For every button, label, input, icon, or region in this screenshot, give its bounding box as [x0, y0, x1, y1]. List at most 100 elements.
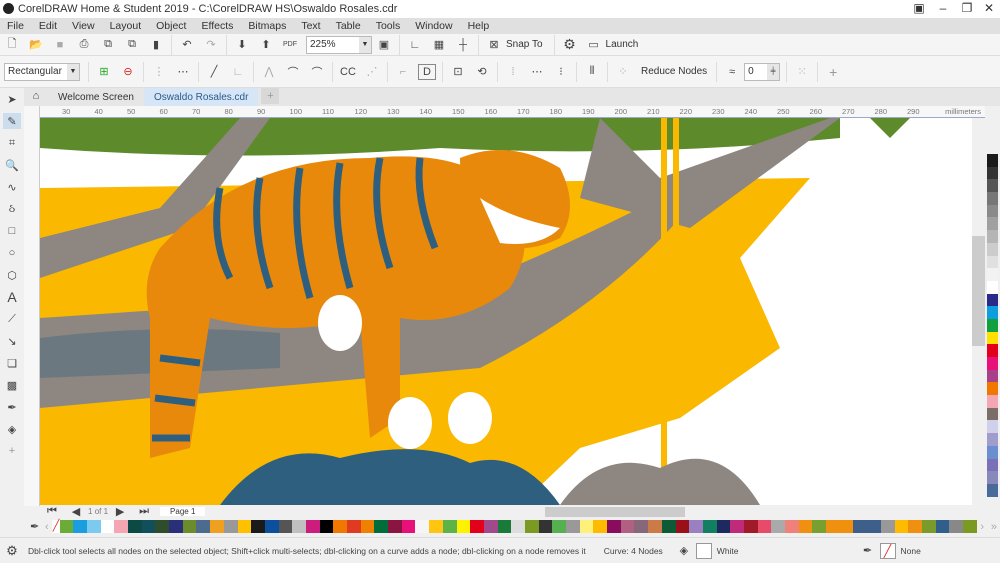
color-swatch[interactable] — [987, 357, 998, 370]
chevron-down-icon[interactable]: ▼ — [67, 63, 79, 80]
curve-smoothness-field[interactable]: 0 ╪ — [744, 62, 781, 81]
color-swatch[interactable] — [987, 483, 998, 497]
color-swatch[interactable] — [579, 520, 594, 533]
extract-subpath-icon[interactable]: ⌐ — [394, 64, 412, 80]
vertical-ruler[interactable] — [24, 106, 40, 506]
drawing-canvas[interactable] — [40, 118, 972, 505]
menu-bitmaps[interactable]: Bitmaps — [241, 20, 294, 32]
color-swatch[interactable] — [987, 179, 998, 193]
crop-tool-icon[interactable]: ⌗ — [3, 135, 21, 151]
menu-help[interactable]: Help — [461, 20, 498, 32]
color-swatch[interactable] — [716, 520, 731, 533]
gear-icon[interactable]: ⚙ — [3, 543, 21, 559]
to-curve-icon[interactable]: ∟ — [229, 64, 247, 80]
menu-view[interactable]: View — [65, 20, 103, 32]
redo-icon[interactable]: ↷ — [202, 37, 220, 53]
rotate-nodes-icon[interactable]: ⟲ — [473, 64, 491, 80]
add-node-icon[interactable]: ⊞ — [95, 64, 113, 80]
extend-curve-icon[interactable]: ⋰ — [363, 64, 381, 80]
horizontal-scrollbar[interactable] — [545, 506, 686, 517]
color-swatch[interactable] — [987, 204, 998, 218]
color-swatch[interactable] — [987, 445, 998, 459]
color-swatch[interactable] — [987, 217, 998, 231]
color-swatch[interactable] — [908, 520, 922, 533]
color-swatch[interactable] — [251, 520, 265, 533]
color-swatch[interactable] — [730, 520, 744, 533]
color-swatch[interactable] — [987, 255, 998, 269]
reflect-horizontal-icon[interactable]: ⋯ — [528, 64, 546, 80]
color-swatch[interactable] — [634, 520, 649, 533]
color-swatch[interactable] — [949, 520, 963, 533]
color-swatch[interactable] — [333, 520, 348, 533]
open-icon[interactable]: 📂 — [27, 37, 45, 53]
color-swatch[interactable] — [987, 395, 998, 408]
color-swatch[interactable] — [987, 382, 998, 396]
color-swatch[interactable] — [867, 520, 881, 533]
scrollbar-thumb[interactable] — [972, 236, 985, 346]
color-swatch[interactable] — [987, 192, 998, 205]
color-swatch[interactable] — [648, 520, 662, 533]
add-property-icon[interactable]: + — [824, 64, 842, 80]
color-swatch[interactable] — [853, 520, 868, 533]
menu-tools[interactable]: Tools — [369, 20, 409, 32]
color-swatch[interactable] — [987, 331, 998, 345]
color-swatch[interactable] — [305, 520, 320, 533]
tab-welcome-screen[interactable]: Welcome Screen — [48, 88, 144, 106]
home-icon[interactable]: ⌂ — [27, 88, 45, 104]
color-swatch[interactable] — [987, 369, 998, 383]
print-icon[interactable]: ⎙ — [75, 37, 93, 53]
fill-swatch[interactable] — [695, 542, 712, 559]
full-screen-icon[interactable]: ▣ — [375, 37, 393, 53]
color-swatch[interactable] — [429, 520, 443, 533]
slider-icon[interactable]: ╪ — [767, 63, 780, 80]
color-swatch[interactable] — [987, 242, 998, 256]
expand-palette-icon[interactable]: » — [991, 519, 997, 535]
new-document-icon[interactable]: 🗋 — [3, 37, 21, 53]
reduce-nodes-button[interactable]: Reduce Nodes — [641, 66, 707, 77]
freehand-tool-icon[interactable]: ∿ — [3, 179, 21, 195]
zoom-level-combo[interactable]: 225% ▼ — [306, 35, 372, 54]
menu-window[interactable]: Window — [408, 20, 460, 32]
color-swatch[interactable] — [987, 420, 998, 434]
color-swatch[interactable] — [987, 293, 998, 307]
chevron-down-icon[interactable]: ▼ — [359, 36, 371, 53]
delete-node-icon[interactable]: ⊖ — [119, 64, 137, 80]
save-icon[interactable]: ■ — [51, 37, 69, 53]
snap-to-dropdown[interactable]: Snap To — [506, 39, 543, 50]
interactive-fill-icon[interactable]: ◈ — [3, 421, 21, 437]
color-swatch[interactable] — [360, 520, 375, 533]
parallel-dimension-icon[interactable]: ⟋ — [3, 311, 21, 327]
color-swatch[interactable] — [182, 520, 197, 533]
show-guidelines-icon[interactable]: ┼ — [454, 37, 472, 53]
color-swatch[interactable] — [987, 471, 998, 484]
page-tab[interactable]: Page 1 — [160, 507, 206, 516]
new-tab-icon[interactable]: + — [261, 88, 280, 104]
color-swatch[interactable] — [771, 520, 786, 533]
color-swatch[interactable] — [593, 520, 608, 533]
curve-smoothness-icon[interactable]: ≈ — [723, 64, 741, 80]
close-curve-icon[interactable]: D — [418, 63, 436, 80]
menu-table[interactable]: Table — [329, 20, 369, 32]
minimize-button[interactable]: – — [932, 1, 954, 17]
symmetrical-node-icon[interactable]: ⌒ — [308, 64, 326, 80]
shape-tool-icon[interactable]: ✎ — [3, 113, 21, 129]
color-swatch[interactable] — [169, 520, 183, 533]
color-swatch[interactable] — [128, 520, 142, 533]
color-swatch[interactable] — [987, 306, 998, 319]
menu-effects[interactable]: Effects — [194, 20, 241, 32]
color-swatch[interactable] — [86, 520, 101, 533]
color-swatch[interactable] — [73, 520, 87, 533]
color-swatch[interactable] — [987, 407, 998, 421]
restore-button[interactable]: ❐ — [956, 1, 978, 17]
copy-icon[interactable]: ⧉ — [123, 37, 141, 53]
select-all-nodes-icon[interactable]: ⁘ — [614, 64, 632, 80]
color-swatch[interactable] — [566, 520, 580, 533]
color-swatch[interactable] — [155, 520, 170, 533]
color-swatch[interactable] — [114, 520, 129, 533]
color-swatch[interactable] — [141, 520, 156, 533]
eyedropper-icon[interactable]: ✒ — [30, 519, 39, 535]
transparency-tool-icon[interactable]: ▩ — [3, 377, 21, 393]
color-swatch[interactable] — [812, 520, 827, 533]
color-swatch[interactable] — [223, 520, 238, 533]
color-swatch[interactable] — [264, 520, 279, 533]
